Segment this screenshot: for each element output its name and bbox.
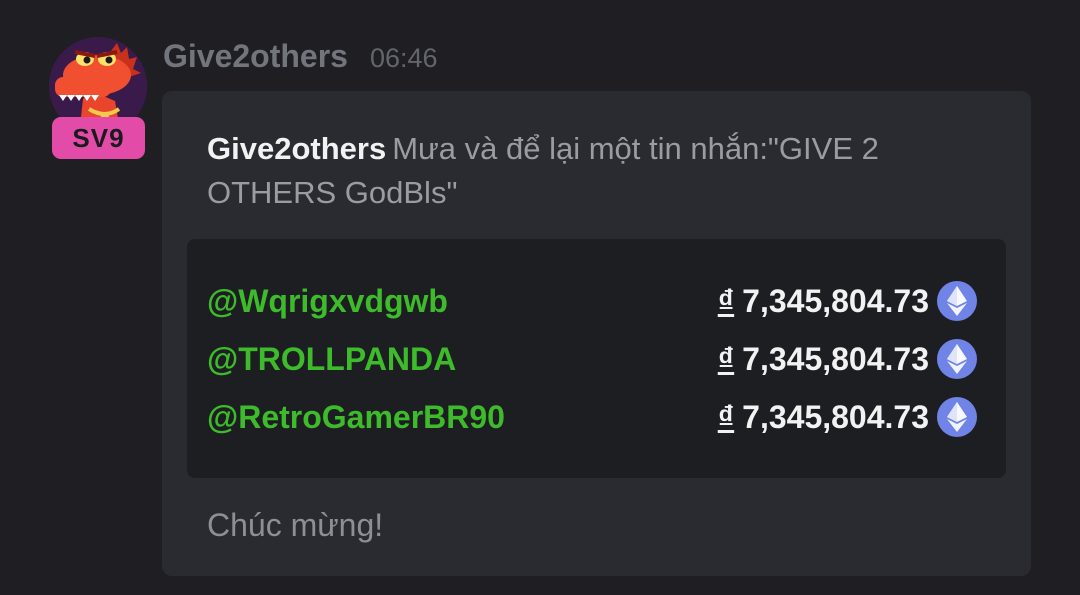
recipient-username[interactable]: @TROLLPANDA	[207, 334, 456, 384]
rain-embed: Give2others Mưa và để lại một tin nhắn:"G…	[162, 91, 1031, 576]
recipient-username[interactable]: @Wqrigxvdgwb	[207, 276, 448, 326]
ethereum-icon	[937, 281, 977, 321]
recipient-amount: ₫ 7,345,804.73	[718, 276, 977, 326]
amount-value: 7,345,804.73	[742, 398, 929, 435]
amount-value: 7,345,804.73	[742, 282, 929, 319]
currency-symbol: ₫	[717, 340, 735, 377]
recipient-amount: ₫ 7,345,804.73	[718, 334, 977, 384]
announcement: Give2others Mưa và để lại một tin nhắn:"G…	[207, 127, 1007, 215]
currency-symbol: ₫	[717, 398, 735, 435]
recipient-row: @Wqrigxvdgwb ₫ 7,345,804.73	[207, 276, 977, 326]
ethereum-icon	[937, 339, 977, 379]
recipient-row: @TROLLPANDA ₫ 7,345,804.73	[207, 334, 977, 384]
sender-name[interactable]: Give2others	[163, 38, 348, 75]
server-badge: SV9	[52, 117, 145, 159]
amount-value: 7,345,804.73	[742, 340, 929, 377]
recipient-amount: ₫ 7,345,804.73	[718, 392, 977, 442]
recipient-row: @RetroGamerBR90 ₫ 7,345,804.73	[207, 392, 977, 442]
chat-message: SV9 Give2others 06:46 Give2others Mưa và …	[0, 0, 1080, 595]
recipient-list: @Wqrigxvdgwb ₫ 7,345,804.73 @TROLLPANDA	[187, 239, 1006, 478]
ethereum-icon	[937, 397, 977, 437]
footer-text: Chúc mừng!	[207, 507, 384, 543]
message-header: Give2others 06:46	[163, 38, 438, 82]
timestamp: 06:46	[369, 43, 438, 73]
announcement-sender[interactable]: Give2others	[207, 131, 386, 166]
recipient-username[interactable]: @RetroGamerBR90	[207, 392, 505, 442]
currency-symbol: ₫	[717, 282, 735, 319]
